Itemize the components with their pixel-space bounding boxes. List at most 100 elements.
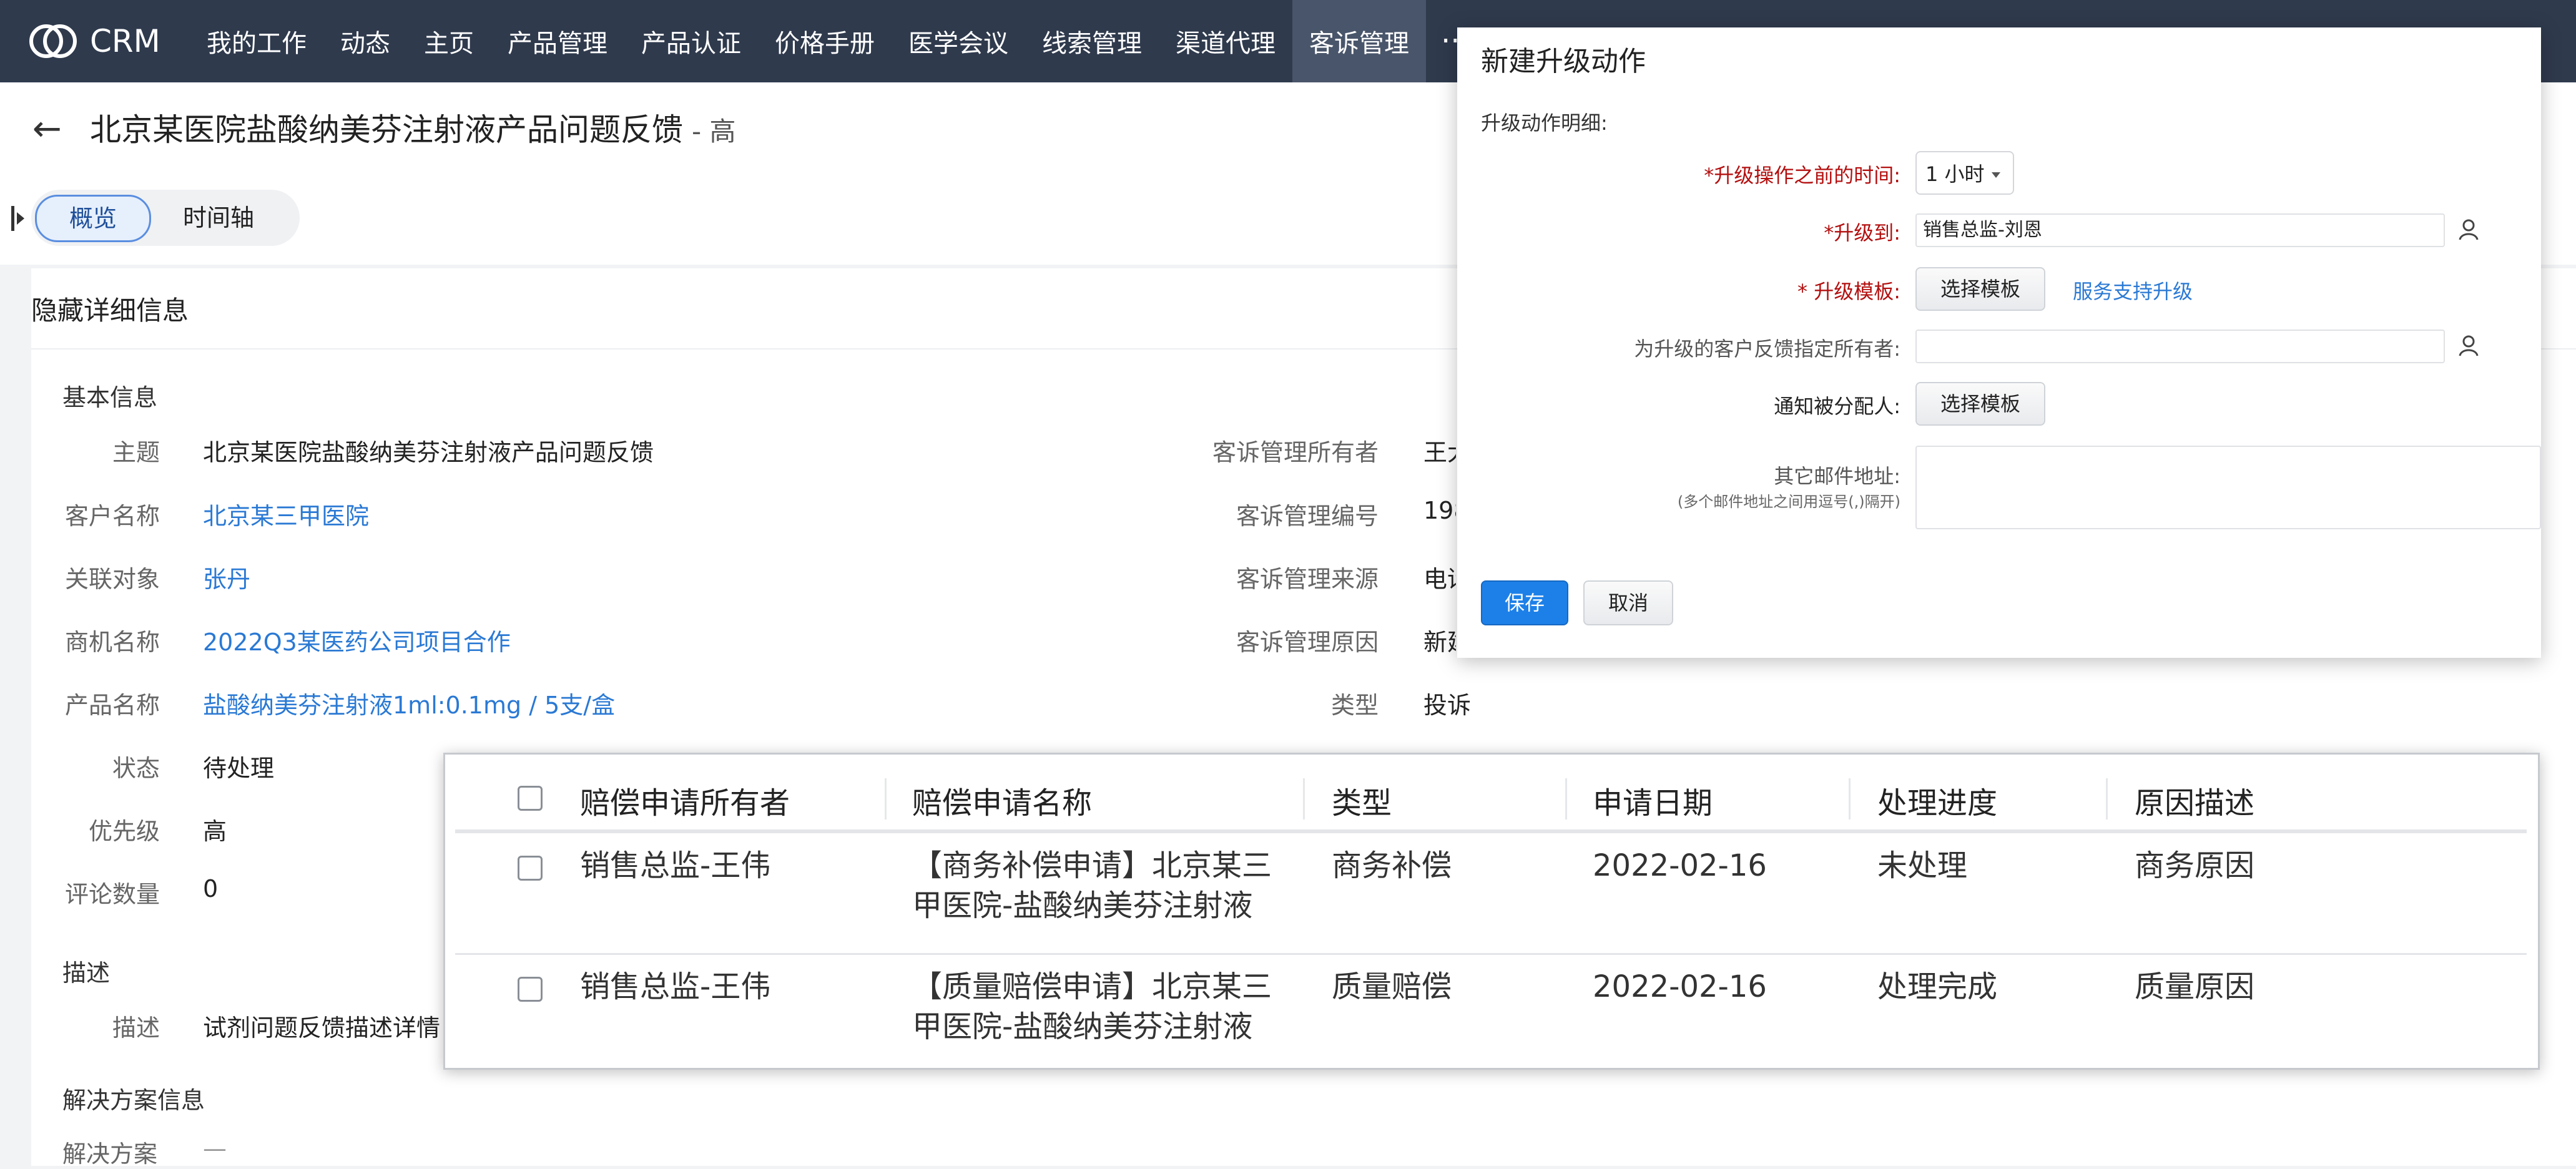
column-header-progress[interactable]: 处理进度 (1877, 778, 1997, 822)
product-link[interactable]: 盐酸纳美芬注射液1ml:0.1mg / 5支/盒 (203, 686, 615, 720)
column-separator (2106, 778, 2108, 819)
user-lookup-icon[interactable] (2459, 335, 2479, 357)
priority-suffix: - 高 (692, 116, 736, 147)
column-separator (885, 778, 887, 819)
nav-item-complaints[interactable]: 客诉管理 (1292, 0, 1426, 82)
cancel-button[interactable]: 取消 (1583, 580, 1673, 625)
other-email-textarea[interactable] (1915, 446, 2541, 529)
column-header-owner[interactable]: 赔偿申请所有者 (580, 778, 790, 822)
other-email-label: 其它邮件地址: (1774, 464, 1900, 488)
tab-overview[interactable]: 概览 (35, 195, 151, 242)
nav-item-my-work[interactable]: 我的工作 (190, 0, 323, 82)
customer-link[interactable]: 北京某三甲医院 (203, 497, 369, 531)
page-title: 北京某医院盐酸纳美芬注射液产品问题反馈 - 高 (90, 105, 736, 150)
dialog-title: 新建升级动作 (1481, 46, 1646, 77)
nav-item-feed[interactable]: 动态 (323, 0, 407, 82)
time-before-select[interactable]: 1 小时 (1915, 151, 2014, 195)
row-checkbox[interactable] (518, 977, 543, 1002)
table-header: 赔偿申请所有者 赔偿申请名称 类型 申请日期 处理进度 原因描述 (455, 763, 2527, 833)
cell-name-line: 甲医院-盐酸纳美芬注射液 (912, 888, 1253, 923)
field-value-owner: 王大 (1423, 439, 1456, 466)
record-title: 北京某医院盐酸纳美芬注射液产品问题反馈 (90, 112, 683, 148)
field-value-number: 198 (1423, 497, 1456, 524)
nav-item-product-cert[interactable]: 产品认证 (624, 0, 758, 82)
table-row[interactable]: 销售总监-王伟 【质量赔偿申请】北京某三 甲医院-盐酸纳美芬注射液 质量赔偿 2… (455, 954, 2527, 1074)
field-label-opportunity: 商机名称 (64, 629, 160, 656)
user-lookup-icon[interactable] (2459, 218, 2479, 241)
field-label-priority: 优先级 (88, 818, 160, 845)
cell-name-line: 【质量赔偿申请】北京某三 (912, 969, 1272, 1004)
hide-details-toggle[interactable]: 隐藏详细信息 (31, 290, 189, 328)
owner-input[interactable] (1915, 330, 2445, 363)
field-value-comments: 0 (203, 875, 219, 902)
field-label-subject: 主题 (112, 439, 160, 466)
field-label-product: 产品名称 (64, 692, 160, 719)
nav-item-home[interactable]: 主页 (407, 0, 491, 82)
nav-item-leads[interactable]: 线索管理 (1025, 0, 1159, 82)
column-separator (1565, 778, 1567, 819)
cell-progress: 处理完成 (1877, 969, 1998, 1004)
field-label-comments: 评论数量 (64, 881, 160, 908)
column-separator (1849, 778, 1851, 819)
cell-date: 2022-02-16 (1593, 848, 1767, 883)
nav-item-products[interactable]: 产品管理 (491, 0, 624, 82)
back-arrow-icon[interactable]: ← (32, 109, 62, 149)
save-button[interactable]: 保存 (1481, 580, 1568, 625)
escalation-template-label: * 升级模板: (1797, 280, 1900, 303)
field-value-priority: 高 (203, 818, 227, 845)
field-value-description: 试剂问题反馈描述详情 (203, 1014, 441, 1042)
crm-logo[interactable]: CRM (27, 19, 160, 64)
row-checkbox[interactable] (518, 856, 543, 881)
cell-date: 2022-02-16 (1593, 969, 1767, 1004)
table-row[interactable]: 销售总监-王伟 【商务补偿申请】北京某三 甲医院-盐酸纳美芬注射液 商务补偿 2… (455, 833, 2527, 955)
related-object-link[interactable]: 张丹 (203, 560, 250, 594)
field-label-description: 描述 (112, 1014, 160, 1042)
crm-logo-icon (29, 24, 77, 58)
field-label-customer: 客户名称 (64, 502, 160, 530)
field-value-reason: 新建 (1423, 629, 1456, 656)
tab-timeline[interactable]: 时间轴 (162, 196, 275, 240)
other-email-hint: (多个邮件地址之间用逗号(,)隔开) (1677, 493, 1900, 511)
cell-reason: 质量原因 (2135, 969, 2255, 1004)
new-escalation-dialog: 新建升级动作 升级动作明细: *升级操作之前的时间: 1 小时 *升级到: 销售… (1457, 27, 2541, 658)
template-link[interactable]: 服务支持升级 (2073, 276, 2193, 305)
cell-reason: 商务原因 (2135, 848, 2255, 883)
field-value-subject: 北京某医院盐酸纳美芬注射液产品问题反馈 (203, 439, 654, 466)
notify-template-button[interactable]: 选择模板 (1915, 382, 2045, 426)
cell-owner: 销售总监-王伟 (580, 969, 771, 1004)
basic-info-heading: 基本信息 (62, 384, 158, 411)
opportunity-link[interactable]: 2022Q3某医药公司项目合作 (203, 623, 511, 657)
nav-item-price-book[interactable]: 价格手册 (758, 0, 892, 82)
nav-item-medical-meetings[interactable]: 医学会议 (892, 0, 1025, 82)
select-all-checkbox[interactable] (518, 786, 543, 811)
view-tabs: 概览 时间轴 (31, 190, 300, 246)
solution-heading: 解决方案信息 (62, 1087, 205, 1114)
field-label-type: 类型 (1330, 692, 1379, 719)
cell-name[interactable]: 【商务补偿申请】北京某三 甲医院-盐酸纳美芬注射液 (912, 846, 1272, 926)
column-header-name[interactable]: 赔偿申请名称 (912, 778, 1092, 822)
column-separator (1303, 778, 1305, 819)
time-before-value: 1 小时 (1925, 162, 1985, 186)
field-label-source: 客诉管理来源 (1236, 565, 1379, 593)
column-header-type[interactable]: 类型 (1332, 778, 1392, 822)
brand-label: CRM (90, 23, 160, 59)
field-label-solution: 解决方案 (62, 1140, 158, 1168)
select-template-button[interactable]: 选择模板 (1915, 267, 2045, 311)
notify-assignee-label: 通知被分配人: (1774, 394, 1900, 418)
dialog-subtitle: 升级动作明细: (1481, 111, 1608, 135)
field-value-solution: — (203, 1135, 227, 1162)
field-value-type: 投诉 (1423, 692, 1472, 719)
column-header-date[interactable]: 申请日期 (1593, 778, 1713, 822)
column-header-reason[interactable]: 原因描述 (2135, 778, 2254, 822)
cell-name[interactable]: 【质量赔偿申请】北京某三 甲医院-盐酸纳美芬注射液 (912, 967, 1272, 1047)
cell-type: 质量赔偿 (1332, 969, 1452, 1004)
time-before-label: *升级操作之前的时间: (1704, 164, 1900, 187)
sidebar-toggle-icon[interactable] (11, 206, 24, 231)
owner-label: 为升级的客户反馈指定所有者: (1634, 337, 1900, 361)
cell-name-line: 甲医院-盐酸纳美芬注射液 (912, 1009, 1253, 1044)
escalate-to-label: *升级到: (1824, 221, 1900, 245)
compensation-table: 赔偿申请所有者 赔偿申请名称 类型 申请日期 处理进度 原因描述 销售总监-王伟… (443, 753, 2540, 1070)
escalate-to-input[interactable]: 销售总监-刘恩 (1915, 213, 2445, 247)
nav-item-channel-agents[interactable]: 渠道代理 (1159, 0, 1292, 82)
field-value-source: 电话 (1423, 565, 1456, 593)
